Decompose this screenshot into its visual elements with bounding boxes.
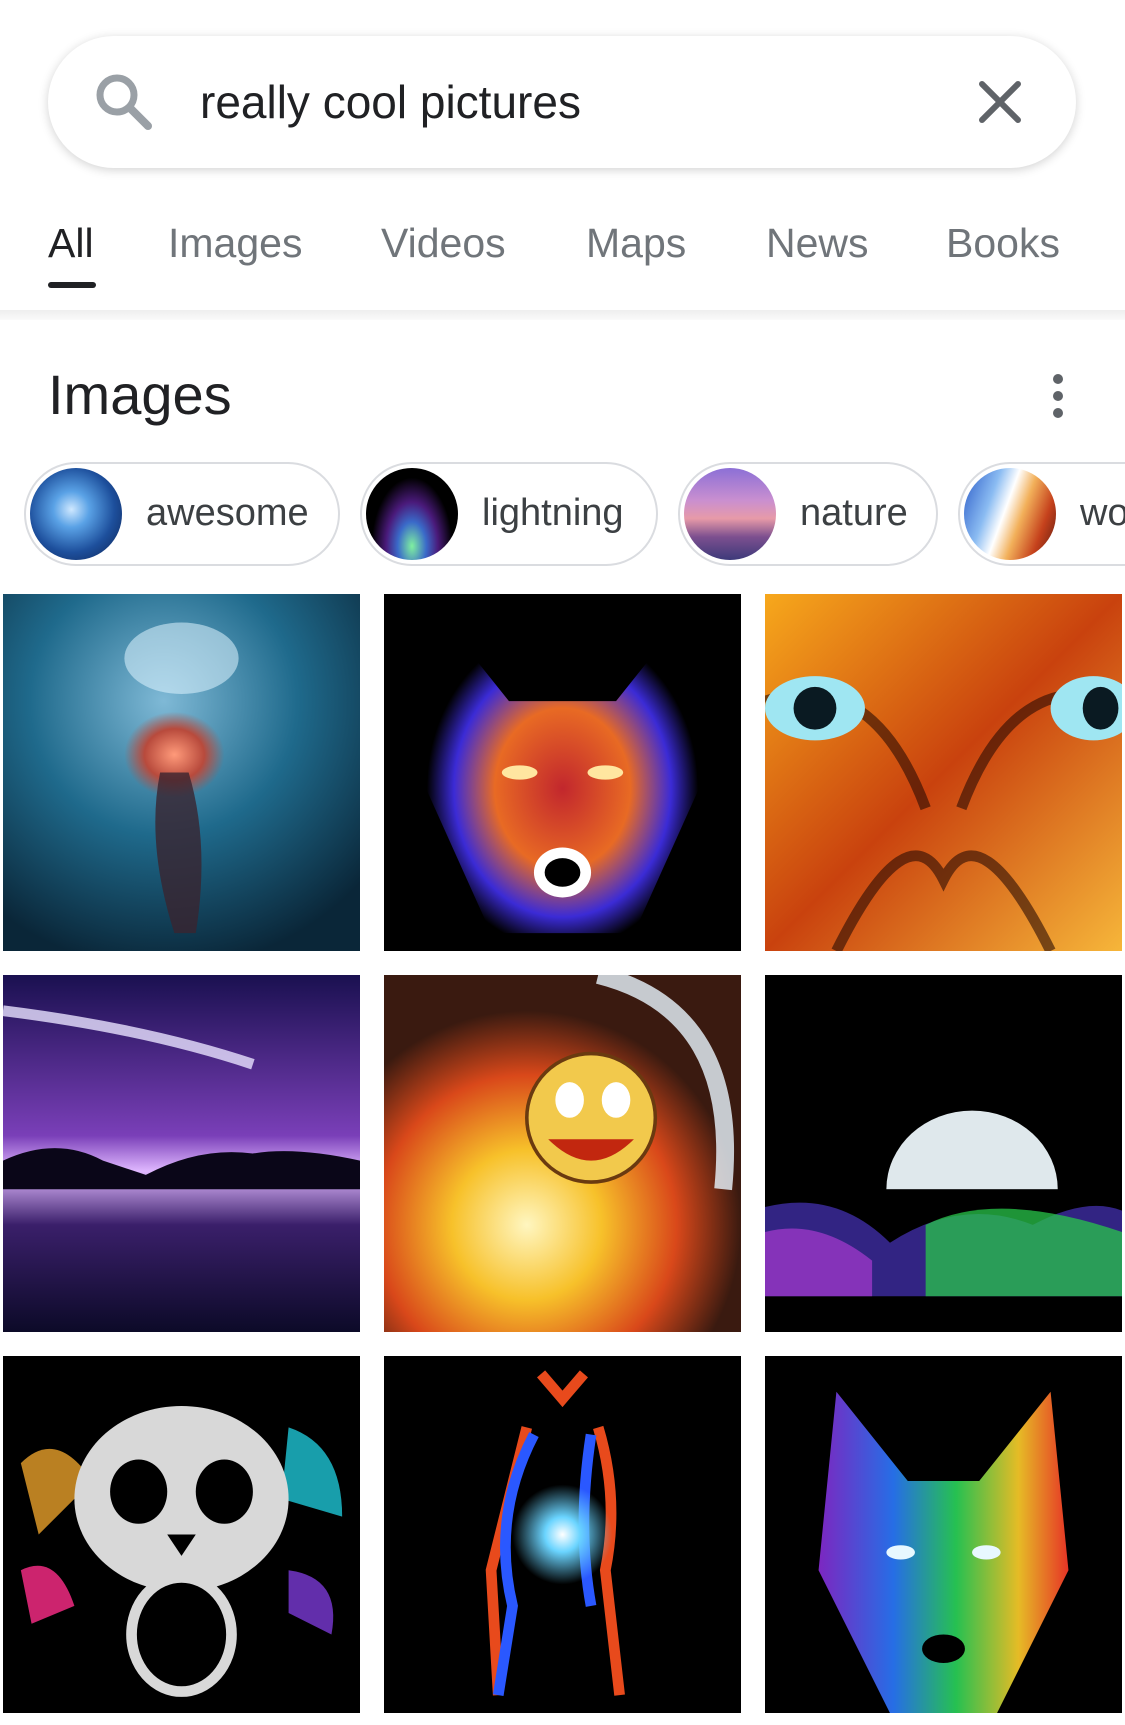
chip-thumbnail [684,468,776,560]
tab-maps[interactable]: Maps [586,220,686,267]
related-search-chips: awesome lightning nature wo [0,460,1125,572]
image-result-2[interactable] [384,594,741,951]
tab-videos[interactable]: Videos [381,220,506,267]
image-result-7[interactable] [3,1356,360,1713]
active-tab-indicator [48,282,96,288]
search-bar [48,36,1076,168]
image-result-1[interactable] [3,594,360,951]
tab-all[interactable]: All [48,220,94,267]
chip-label: awesome [146,492,309,534]
chip-label: lightning [482,492,624,534]
clear-search-button[interactable] [968,70,1032,134]
chip-label: nature [800,492,908,534]
more-vert-icon [1053,374,1063,384]
search-icon[interactable] [92,70,156,134]
chip-lightning[interactable]: lightning [360,462,658,566]
image-result-8[interactable] [384,1356,741,1713]
chip-awesome[interactable]: awesome [24,462,340,566]
search-tabs: All Images Videos Maps News Books [0,200,1125,312]
tab-news[interactable]: News [766,220,869,267]
image-result-9[interactable] [765,1356,1122,1713]
image-result-5[interactable] [384,975,741,1332]
chip-thumbnail [30,468,122,560]
more-options-button[interactable] [1036,368,1080,424]
images-section-title: Images [48,363,232,426]
image-results-grid [0,594,1125,1725]
chip-thumbnail [366,468,458,560]
chip-wo[interactable]: wo [958,462,1125,566]
close-icon [968,81,1032,137]
search-input[interactable] [200,58,950,146]
chip-nature[interactable]: nature [678,462,938,566]
image-result-4[interactable] [3,975,360,1332]
image-result-3[interactable] [765,594,1122,951]
chip-label: wo [1080,492,1125,534]
image-result-6[interactable] [765,975,1122,1332]
tab-books[interactable]: Books [946,220,1060,267]
tab-images[interactable]: Images [168,220,302,267]
tabs-divider [0,310,1125,320]
chip-thumbnail [964,468,1056,560]
